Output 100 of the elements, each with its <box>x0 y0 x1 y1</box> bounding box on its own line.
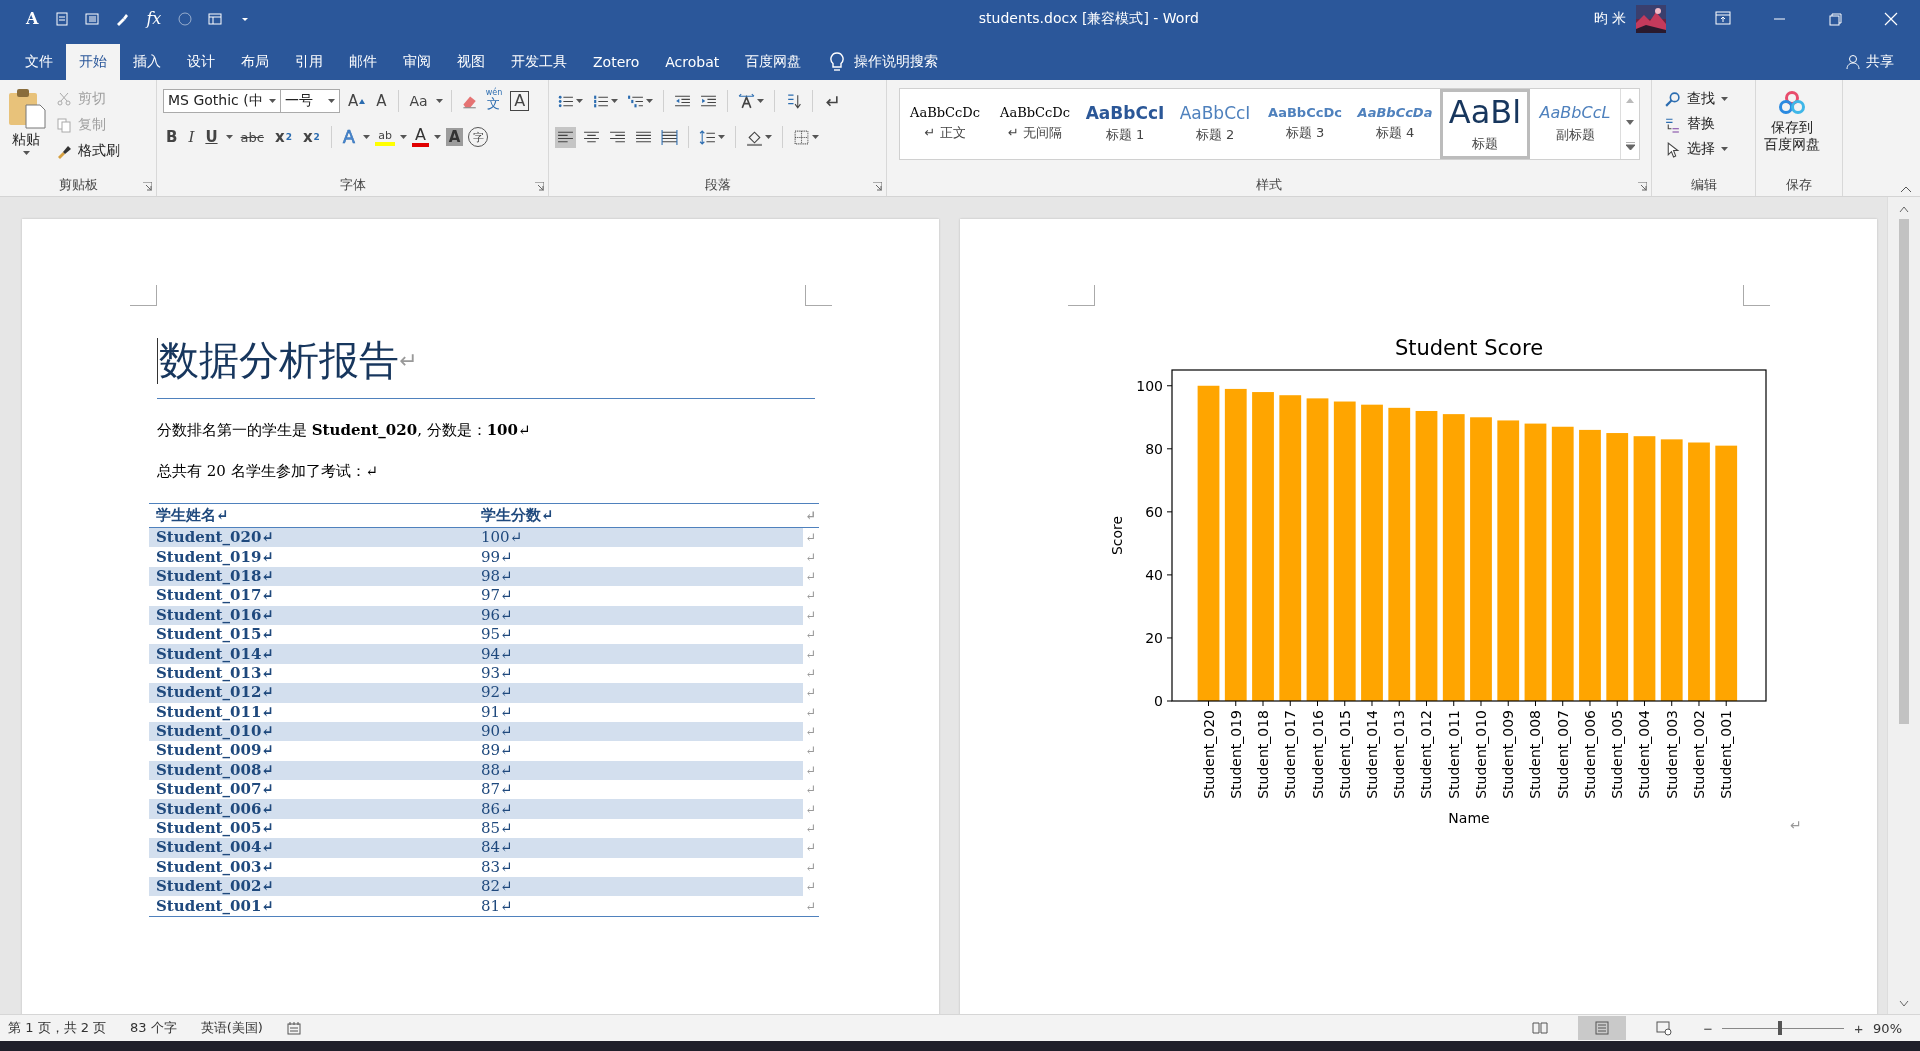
more-icon[interactable] <box>1625 142 1635 151</box>
style-item[interactable]: AaBbCcI 标题 1 <box>1080 89 1170 159</box>
share-button[interactable]: 共享 <box>1866 53 1894 71</box>
zoom-out-button[interactable]: − <box>1701 1019 1715 1037</box>
shrink-button[interactable]: A <box>373 89 390 113</box>
ribbon-tab[interactable]: 开发工具 <box>498 44 580 80</box>
paste-button[interactable]: 粘贴 <box>0 85 52 174</box>
status-text[interactable]: 第 1 页，共 2 页 <box>8 1019 107 1037</box>
style-item[interactable]: AaBbCcDa 标题 4 <box>1350 89 1440 159</box>
zoom-level[interactable]: 90% <box>1873 1020 1902 1036</box>
caret-icon[interactable] <box>363 134 371 140</box>
style-item[interactable]: AaBbCcDc ↵ 无间隔 <box>990 89 1080 159</box>
caret-icon[interactable] <box>269 98 276 104</box>
style-item[interactable]: AaBl 标题 <box>1440 89 1530 159</box>
slider-thumb[interactable] <box>1778 1021 1783 1035</box>
underline-button[interactable]: U <box>202 125 221 149</box>
dialog-launcher-icon[interactable] <box>873 182 882 191</box>
caret-icon[interactable] <box>433 134 441 140</box>
font-button[interactable]: A <box>24 9 41 28</box>
style-item[interactable]: AaBbCcL 副标题 <box>1530 89 1620 159</box>
caret-icon[interactable] <box>328 98 335 104</box>
text-direction-icon[interactable] <box>738 92 755 110</box>
caret-icon[interactable] <box>718 134 725 140</box>
line-spacing-icon[interactable] <box>699 128 716 146</box>
status-text[interactable]: 83 个字 <box>130 1019 177 1037</box>
painter-button[interactable]: 格式刷 <box>52 141 124 161</box>
phonetic-button[interactable]: wén 文 <box>482 89 506 113</box>
caret-icon[interactable] <box>576 98 583 104</box>
vertical-scrollbar[interactable] <box>1887 197 1920 1014</box>
user-name[interactable]: 昀 米 <box>1593 9 1626 28</box>
ribbon-tab[interactable]: 审阅 <box>390 44 444 80</box>
ribbon-tab[interactable]: 引用 <box>282 44 336 80</box>
dialog-launcher-icon[interactable] <box>1638 182 1647 191</box>
font-size-field[interactable]: 一号 <box>280 89 340 113</box>
tell-me-field[interactable]: 操作说明搜索 <box>854 53 939 71</box>
caret-icon[interactable] <box>1721 146 1728 152</box>
caret-icon[interactable] <box>646 98 653 104</box>
ribbon-tab[interactable]: 布局 <box>228 44 282 80</box>
caret-icon[interactable] <box>399 134 407 140</box>
caret-icon[interactable] <box>757 98 764 104</box>
y-tick-label: 40 <box>1145 566 1163 583</box>
align-left-button[interactable] <box>555 126 576 148</box>
collapse-ribbon-icon[interactable] <box>1900 186 1912 193</box>
caret-icon[interactable] <box>812 134 819 140</box>
borders-icon[interactable] <box>793 128 810 146</box>
highlight-button[interactable]: ab <box>375 128 395 146</box>
save-to-cloud-button[interactable]: 保存到 百度网盘 <box>1756 85 1828 174</box>
select-button[interactable]: 选择 <box>1660 139 1732 159</box>
layout-icon[interactable] <box>207 10 224 27</box>
list-icon[interactable] <box>84 10 101 27</box>
ribbon-tab[interactable]: Zotero <box>580 44 653 80</box>
strike-button[interactable]: abc <box>237 125 267 149</box>
ribbon-tab[interactable]: 视图 <box>444 44 498 80</box>
shade-button[interactable]: A <box>445 128 464 146</box>
caret-icon[interactable] <box>22 151 30 156</box>
effects-button[interactable]: A <box>339 125 359 149</box>
replace-button[interactable]: 替换 <box>1660 114 1732 134</box>
ribbon-tab[interactable]: 邮件 <box>336 44 390 80</box>
case-button[interactable]: Aa <box>406 89 431 113</box>
find-button[interactable]: 查找 <box>1660 89 1732 109</box>
caret-icon[interactable] <box>225 134 233 140</box>
caret-icon[interactable] <box>611 98 618 104</box>
color-button[interactable]: A <box>411 127 429 147</box>
sort-icon[interactable] <box>785 92 802 110</box>
status-text[interactable]: 英语(美国) <box>200 1019 263 1037</box>
border-button[interactable]: A <box>510 91 530 111</box>
macro-icon[interactable] <box>286 1021 301 1035</box>
scroll-up-icon[interactable] <box>1899 205 1909 213</box>
scroll-down-icon[interactable] <box>1626 120 1634 125</box>
scroll-thumb[interactable] <box>1899 219 1909 724</box>
superscript-button[interactable]: x$^{2}$ <box>299 125 323 149</box>
caret-icon[interactable] <box>435 98 443 104</box>
row-end-mark: ↵ <box>803 799 819 819</box>
caret-icon[interactable] <box>1721 96 1728 102</box>
zoom-in-button[interactable]: + <box>1852 1019 1866 1037</box>
grow-button[interactable]: A <box>345 89 369 113</box>
ribbon-tab[interactable]: 设计 <box>174 44 228 80</box>
style-item[interactable]: AaBbCcDc ↵ 正文 <box>900 89 990 159</box>
style-item[interactable]: AaBbCcI 标题 2 <box>1170 89 1260 159</box>
bold-button[interactable]: B <box>163 125 181 149</box>
dialog-launcher-icon[interactable] <box>535 182 544 191</box>
formula-button[interactable]: fx <box>144 9 164 28</box>
caret-icon[interactable] <box>765 134 772 140</box>
italic-button[interactable]: I <box>185 125 198 149</box>
ribbon-tab[interactable]: 文件 <box>12 44 66 80</box>
style-item[interactable]: AaBbCcDc 标题 3 <box>1260 89 1350 159</box>
lightbulb-icon[interactable] <box>830 52 845 72</box>
person-icon[interactable] <box>1846 54 1862 70</box>
font-name-field[interactable]: MS Gothic (中 <box>163 89 281 113</box>
dialog-launcher-icon[interactable] <box>143 182 152 191</box>
ribbon-tab[interactable]: 开始 <box>66 44 120 80</box>
table-cell: 97↵ <box>474 586 803 606</box>
ribbon-tab[interactable]: 百度网盘 <box>732 44 815 80</box>
ribbon-tab[interactable]: Acrobat <box>652 44 733 80</box>
circle-icon[interactable] <box>177 10 194 27</box>
scroll-down-icon[interactable] <box>1899 1000 1909 1008</box>
ribbon-tab[interactable]: 插入 <box>120 44 174 80</box>
y-tick-label: 80 <box>1145 440 1163 457</box>
paint-bucket-icon[interactable] <box>746 128 763 146</box>
document-icon[interactable] <box>54 10 71 27</box>
